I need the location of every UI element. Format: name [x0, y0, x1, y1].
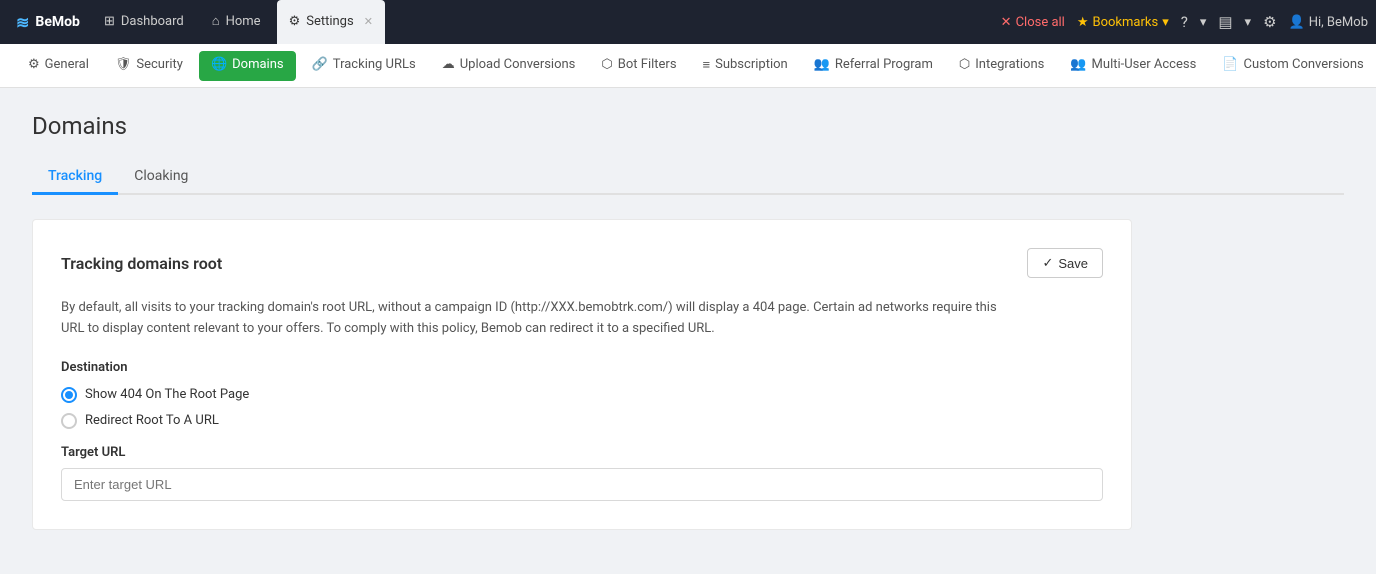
notifications-icon[interactable]: ▤: [1218, 13, 1232, 31]
radio-redirect-label: Redirect Root To A URL: [85, 413, 219, 428]
logo[interactable]: ≋ BeMob: [8, 13, 88, 32]
home-icon: ⌂: [212, 13, 220, 29]
user-menu[interactable]: 👤 Hi, BeMob: [1289, 15, 1368, 30]
upload-icon: ☁: [442, 57, 455, 72]
nav-bot-filters[interactable]: ⬡ Bot Filters: [589, 44, 688, 88]
custom-conversions-icon: 📄: [1222, 57, 1238, 72]
close-all-icon: ✕: [1001, 15, 1012, 30]
multi-user-icon: 👥: [1070, 57, 1086, 72]
nav-general[interactable]: ⚙ General: [16, 44, 101, 88]
bookmarks-button[interactable]: ★ Bookmarks ▾: [1077, 15, 1169, 30]
star-icon: ★: [1077, 15, 1089, 30]
gear-icon[interactable]: ⚙: [1263, 13, 1276, 31]
radio-show-404[interactable]: Show 404 On The Root Page: [61, 387, 1103, 403]
notif-chevron-icon: ▾: [1245, 15, 1252, 30]
bot-filters-icon: ⬡: [601, 57, 612, 72]
topbar: ≋ BeMob ⊞ Dashboard ⌂ Home ⚙ Settings ✕ …: [0, 0, 1376, 44]
nav-general-label: General: [45, 57, 89, 72]
tracking-urls-icon: 🔗: [312, 57, 328, 72]
nav-tracking-urls-label: Tracking URLs: [333, 57, 416, 72]
integrations-icon: ⬡: [959, 57, 970, 72]
settings-tab-icon: ⚙: [289, 14, 301, 29]
topbar-right: ✕ Close all ★ Bookmarks ▾ ? ▾ ▤ ▾ ⚙ 👤 Hi…: [1001, 13, 1368, 31]
nav-bot-filters-label: Bot Filters: [618, 57, 677, 72]
dashboard-icon: ⊞: [104, 14, 115, 29]
radio-show-404-label: Show 404 On The Root Page: [85, 387, 249, 402]
radio-redirect-circle: [61, 413, 77, 429]
save-label: Save: [1058, 256, 1088, 271]
cloaking-tab-label: Cloaking: [134, 168, 188, 184]
content-tabs: Tracking Cloaking: [32, 160, 1344, 195]
tab-settings[interactable]: ⚙ Settings ✕: [277, 0, 385, 44]
card-title: Tracking domains root: [61, 254, 222, 273]
user-label: Hi, BeMob: [1309, 15, 1368, 30]
close-all-label: Close all: [1016, 15, 1065, 30]
nav-custom-conversions[interactable]: 📄 Custom Conversions: [1210, 44, 1375, 88]
nav-upload-conversions-label: Upload Conversions: [460, 57, 576, 72]
chevron-down-icon: ▾: [1162, 15, 1169, 30]
bookmarks-label: Bookmarks: [1093, 15, 1159, 30]
nav-custom-conversions-label: Custom Conversions: [1243, 57, 1363, 72]
nav-upload-conversions[interactable]: ☁ Upload Conversions: [430, 44, 588, 88]
target-url-input[interactable]: [61, 468, 1103, 501]
nav-security[interactable]: 🛡 Security: [103, 44, 195, 88]
close-all-button[interactable]: ✕ Close all: [1001, 15, 1065, 30]
target-url-label: Target URL: [61, 445, 1103, 460]
close-tab-icon[interactable]: ✕: [364, 15, 373, 28]
nav-referral-label: Referral Program: [835, 57, 933, 72]
page-title: Domains: [32, 112, 1344, 140]
navbar: ⚙ General 🛡 Security 🌐 Domains 🔗 Trackin…: [0, 44, 1376, 88]
tab-dashboard-label: Dashboard: [121, 14, 184, 29]
nav-domains[interactable]: 🌐 Domains: [199, 51, 296, 81]
logo-text: BeMob: [35, 14, 80, 30]
radio-redirect-url[interactable]: Redirect Root To A URL: [61, 413, 1103, 429]
general-icon: ⚙: [28, 57, 40, 72]
tab-tracking[interactable]: Tracking: [32, 160, 118, 195]
nav-integrations-label: Integrations: [975, 57, 1044, 72]
user-icon: 👤: [1289, 15, 1305, 30]
save-button[interactable]: ✓ Save: [1027, 248, 1103, 278]
tab-dashboard[interactable]: ⊞ Dashboard: [92, 0, 196, 44]
tracking-tab-label: Tracking: [48, 168, 102, 184]
main-content: Domains Tracking Cloaking Tracking domai…: [0, 88, 1376, 574]
destination-label: Destination: [61, 360, 1103, 375]
tab-settings-label: Settings: [306, 14, 353, 29]
radio-show-404-circle: [61, 387, 77, 403]
subscription-icon: ≡: [703, 57, 711, 73]
logo-icon: ≋: [16, 13, 29, 32]
card-header: Tracking domains root ✓ Save: [61, 248, 1103, 278]
tab-cloaking[interactable]: Cloaking: [118, 160, 204, 195]
nav-multi-user[interactable]: 👥 Multi-User Access: [1058, 44, 1208, 88]
card-description: By default, all visits to your tracking …: [61, 298, 1021, 340]
nav-referral-program[interactable]: 👥 Referral Program: [802, 44, 945, 88]
nav-security-label: Security: [136, 57, 183, 72]
tab-home-label: Home: [226, 14, 261, 29]
nav-tracking-urls[interactable]: 🔗 Tracking URLs: [300, 44, 428, 88]
checkmark-icon: ✓: [1042, 255, 1053, 271]
nav-subscription-label: Subscription: [715, 57, 788, 72]
tab-home[interactable]: ⌂ Home: [200, 0, 273, 44]
nav-domains-label: Domains: [232, 57, 283, 72]
nav-integrations[interactable]: ⬡ Integrations: [947, 44, 1056, 88]
referral-icon: 👥: [814, 57, 830, 72]
nav-multi-user-label: Multi-User Access: [1092, 57, 1197, 72]
help-chevron-icon: ▾: [1200, 15, 1207, 30]
tracking-domains-card: Tracking domains root ✓ Save By default,…: [32, 219, 1132, 530]
help-icon[interactable]: ?: [1181, 13, 1188, 31]
security-icon: 🛡: [115, 57, 132, 72]
nav-subscription[interactable]: ≡ Subscription: [691, 44, 800, 88]
domains-icon: 🌐: [211, 57, 227, 72]
